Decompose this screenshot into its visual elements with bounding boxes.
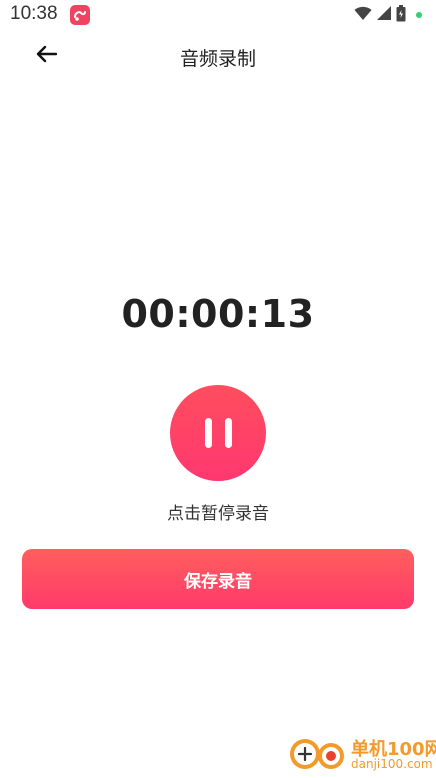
status-bar: 10:38 (0, 0, 436, 30)
pause-hint-text: 点击暂停录音 (167, 504, 269, 524)
status-time: 10:38 (10, 3, 58, 24)
pause-icon (204, 418, 232, 448)
pause-recording-button[interactable] (170, 385, 266, 481)
wifi-icon (354, 5, 372, 25)
save-recording-label: 保存录音 (184, 571, 252, 592)
app-notification-icon (70, 5, 90, 25)
save-recording-button[interactable]: 保存录音 (22, 549, 414, 609)
status-icons (354, 4, 422, 26)
page-title: 音频录制 (179, 48, 256, 70)
cellular-signal-icon (376, 5, 392, 25)
watermark-logo-icon (289, 734, 347, 774)
pause-bar-right (224, 418, 232, 448)
watermark-url: danji100.com (351, 757, 433, 771)
battery-icon (396, 4, 406, 26)
pause-bar-left (204, 418, 212, 448)
status-dot (416, 12, 422, 18)
recording-timer: 00:00:13 (121, 292, 315, 336)
header: 音频录制 (0, 36, 436, 76)
watermark: 单机100网 danji100.com (289, 732, 436, 775)
